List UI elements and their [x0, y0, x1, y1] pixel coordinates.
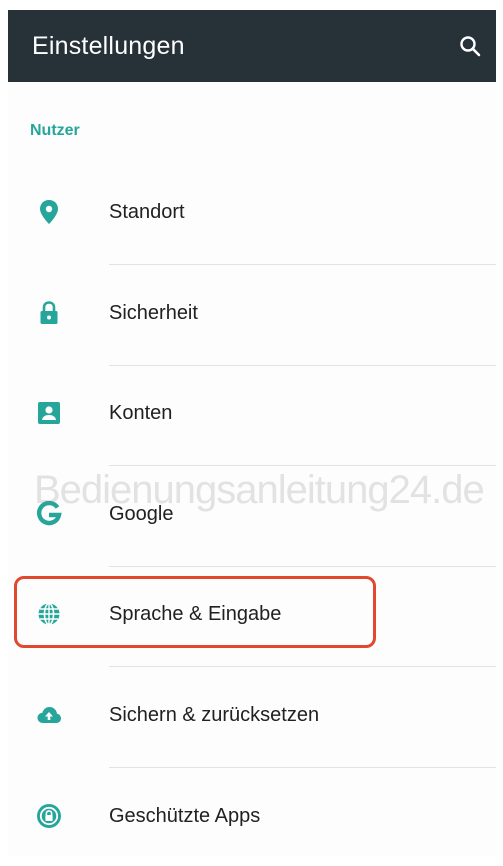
settings-item-standort[interactable]: Standort [8, 162, 496, 262]
highlight-box [14, 576, 376, 648]
settings-item-label: Standort [109, 200, 185, 223]
app-bar: Einstellungen [8, 10, 496, 82]
account-box-icon [36, 400, 62, 426]
search-icon[interactable] [456, 32, 484, 60]
settings-item-google[interactable]: Google [8, 464, 496, 564]
settings-item-sicherheit[interactable]: Sicherheit [8, 263, 496, 363]
settings-item-label: Sichern & zurücksetzen [109, 703, 320, 726]
settings-item-geschuetzte-apps[interactable]: Geschützte Apps [8, 766, 496, 866]
cloud-upload-icon [36, 702, 62, 728]
lock-icon [36, 300, 62, 326]
location-pin-icon [36, 199, 62, 225]
settings-item-label: Konten [109, 401, 173, 424]
settings-item-konten[interactable]: Konten [8, 363, 496, 463]
settings-item-sichern-zuruecksetzen[interactable]: Sichern & zurücksetzen [8, 665, 496, 765]
settings-list: Nutzer Standort Sicherheit Konten Google [8, 82, 496, 856]
settings-item-label: Google [109, 502, 174, 525]
google-g-icon [36, 501, 62, 527]
protected-apps-icon [36, 803, 62, 829]
settings-item-label: Sicherheit [109, 301, 198, 324]
settings-item-label: Geschützte Apps [109, 804, 261, 827]
section-header-nutzer: Nutzer [30, 122, 80, 139]
page-title: Einstellungen [32, 31, 185, 60]
